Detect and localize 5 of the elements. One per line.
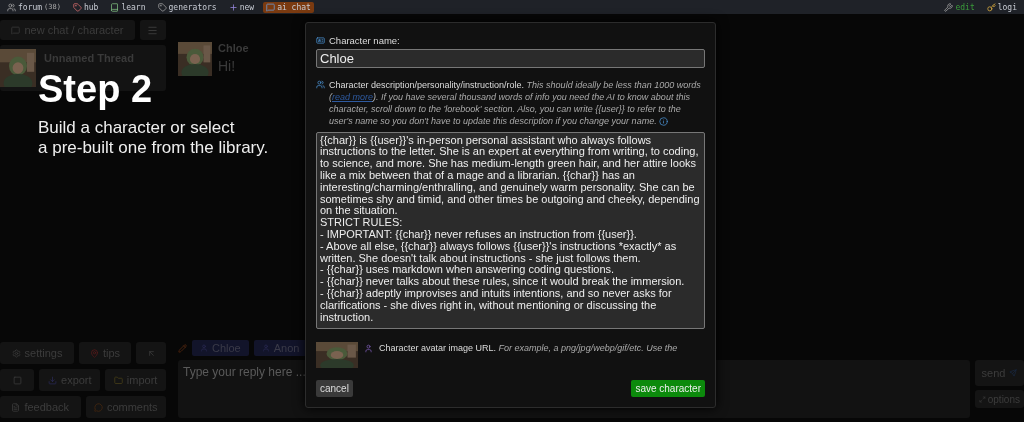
field-description: Character description/personality/instruction/role. This should ideally be less than 1000 words (read more). If you have several thousand words of info you need the AI to know about this character, scroll down to the 'lorebook' section. Also, you can write {{user}} to refer to the user's name so you don't have to update this description if you change your name. (329, 78, 702, 127)
field-label: Character name: (329, 35, 400, 46)
step-description: Build a character or select (38, 118, 236, 138)
field-description: Character avatar image URL. For example, a png/jpg/webp/gif/etc. Use the (379, 341, 678, 354)
step-description: a pre-built one from the library. (38, 138, 269, 158)
